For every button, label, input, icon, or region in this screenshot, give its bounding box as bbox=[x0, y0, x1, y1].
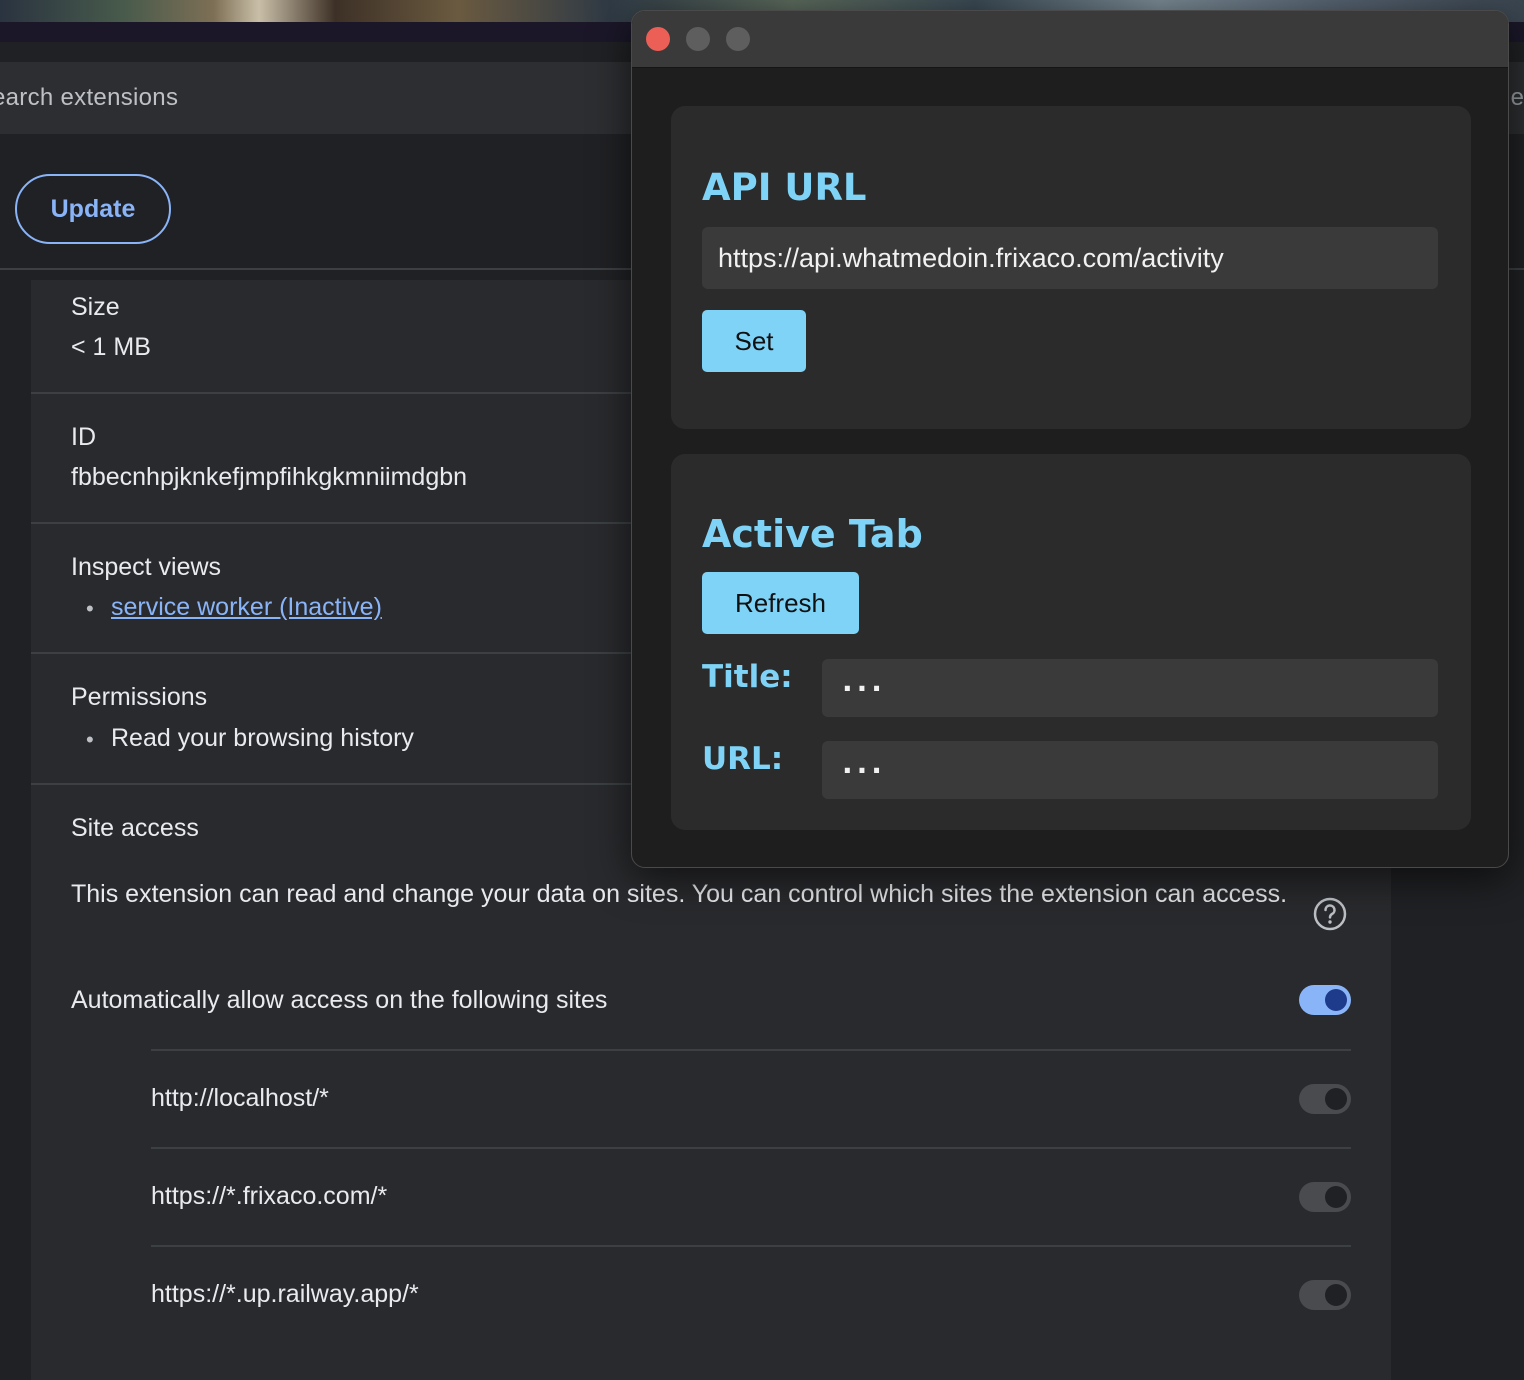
window-minimize-icon[interactable] bbox=[686, 27, 710, 51]
auto-allow-label: Automatically allow access on the follow… bbox=[71, 986, 608, 1014]
id-label: ID bbox=[71, 423, 96, 451]
site-divider bbox=[151, 1147, 1351, 1149]
api-url-input[interactable] bbox=[702, 227, 1438, 289]
update-button[interactable]: Update bbox=[15, 174, 171, 244]
auto-allow-toggle[interactable] bbox=[1299, 985, 1351, 1015]
tab-title-value: ... bbox=[822, 659, 1438, 717]
window-titlebar[interactable] bbox=[632, 11, 1508, 68]
toggle-knob bbox=[1325, 1088, 1347, 1110]
site-divider bbox=[151, 1245, 1351, 1247]
clipped-header-text: e bbox=[1510, 84, 1524, 111]
tab-title-label: Title: bbox=[702, 659, 793, 695]
set-button[interactable]: Set bbox=[702, 310, 806, 372]
site-access-label: Site access bbox=[71, 814, 199, 842]
window-maximize-icon[interactable] bbox=[726, 27, 750, 51]
permissions-label: Permissions bbox=[71, 683, 208, 711]
service-worker-link[interactable]: service worker (Inactive) bbox=[111, 593, 382, 622]
window-close-icon[interactable] bbox=[646, 27, 670, 51]
active-tab-panel: Active Tab Refresh Title: ... URL: ... bbox=[671, 454, 1471, 830]
permission-item: Read your browsing history bbox=[111, 724, 414, 752]
search-input[interactable]: earch extensions bbox=[0, 84, 186, 112]
site-pattern: https://*.frixaco.com/* bbox=[151, 1182, 388, 1210]
tab-url-value: ... bbox=[822, 741, 1438, 799]
size-label: Size bbox=[71, 293, 120, 321]
site-toggle-railway[interactable] bbox=[1299, 1280, 1351, 1310]
toggle-knob bbox=[1325, 1186, 1347, 1208]
api-url-panel: API URL Set bbox=[671, 106, 1471, 429]
help-icon[interactable] bbox=[1313, 897, 1347, 931]
inspect-views-label: Inspect views bbox=[71, 553, 222, 581]
list-bullet: • bbox=[86, 596, 94, 621]
tab-url-label: URL: bbox=[702, 741, 784, 777]
list-bullet: • bbox=[86, 727, 94, 752]
toggle-knob bbox=[1325, 989, 1347, 1011]
id-value: fbbecnhpjknkefjmpfihkgkmniimdgbn bbox=[71, 463, 468, 491]
active-tab-heading: Active Tab bbox=[702, 512, 923, 556]
search-placeholder: earch extensions bbox=[0, 84, 179, 111]
site-pattern: http://localhost/* bbox=[151, 1084, 329, 1112]
site-pattern: https://*.up.railway.app/* bbox=[151, 1280, 419, 1308]
site-access-description: This extension can read and change your … bbox=[71, 880, 1288, 908]
size-value: < 1 MB bbox=[71, 333, 151, 361]
site-toggle-frixaco[interactable] bbox=[1299, 1182, 1351, 1212]
api-url-heading: API URL bbox=[702, 166, 867, 209]
site-toggle-localhost[interactable] bbox=[1299, 1084, 1351, 1114]
refresh-button[interactable]: Refresh bbox=[702, 572, 859, 634]
extension-popup-window: API URL Set Active Tab Refresh Title: ..… bbox=[631, 10, 1509, 868]
site-divider bbox=[151, 1049, 1351, 1051]
toggle-knob bbox=[1325, 1284, 1347, 1306]
